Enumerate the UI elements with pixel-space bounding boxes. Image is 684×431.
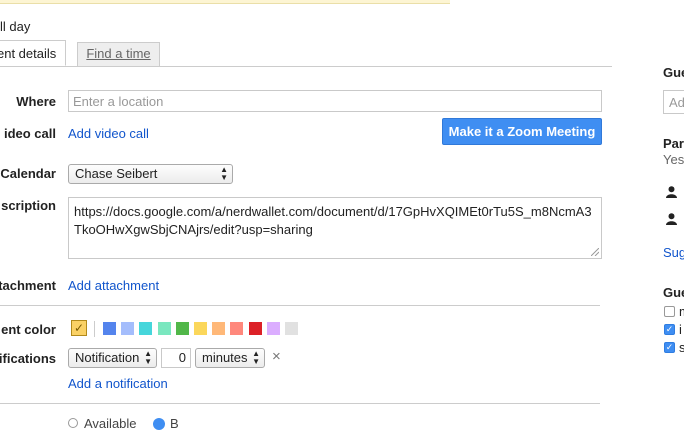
color-swatch[interactable] <box>157 322 171 335</box>
guest-option-checkbox[interactable] <box>664 306 675 317</box>
notification-amount-input[interactable]: 0 <box>161 348 191 368</box>
calendar-select[interactable]: Chase Seibert ▲ ▼ <box>68 164 233 184</box>
description-label: scription <box>1 198 56 213</box>
remove-notification-icon[interactable]: × <box>272 348 281 365</box>
color-swatch[interactable] <box>139 322 153 335</box>
color-swatch[interactable] <box>121 322 135 335</box>
color-swatch[interactable] <box>285 322 298 335</box>
select-arrows-icon: ▲ ▼ <box>220 165 228 182</box>
calendar-select-value: Chase Seibert <box>75 166 158 181</box>
notifications-label: tifications <box>0 351 56 366</box>
tab-find-a-time[interactable]: Find a time <box>77 42 160 66</box>
color-separator <box>94 321 95 337</box>
add-attachment-link[interactable]: Add attachment <box>68 278 159 293</box>
add-guests-input[interactable] <box>663 90 684 114</box>
yes-text: Yes <box>663 152 684 167</box>
person-icon <box>666 186 677 198</box>
notification-unit-select[interactable]: minutes ▲ ▼ <box>195 348 265 368</box>
busy-radio[interactable] <box>153 418 165 430</box>
notification-type-select[interactable]: Notification ▲ ▼ <box>68 348 157 368</box>
color-swatch[interactable] <box>266 322 280 335</box>
all-day-label: ll day <box>0 19 31 34</box>
color-swatch[interactable] <box>175 322 189 335</box>
zoom-meeting-button[interactable]: Make it a Zoom Meeting <box>442 118 602 145</box>
add-notification-link[interactable]: Add a notification <box>68 376 168 391</box>
color-swatch[interactable] <box>212 322 226 335</box>
resize-handle-icon[interactable] <box>591 248 599 256</box>
guest-option-label: s <box>679 340 684 355</box>
add-video-call-link[interactable]: Add video call <box>68 126 149 141</box>
guest-option-checkbox[interactable]: ✓ <box>664 342 675 353</box>
tab-event-details[interactable]: ent details <box>0 40 66 66</box>
party-label: Par <box>663 136 684 151</box>
event-color-label: ent color <box>1 322 56 337</box>
description-textarea[interactable]: https://docs.google.com/a/nerdwallet.com… <box>68 197 602 259</box>
person-icon <box>666 213 677 225</box>
where-label: Where <box>16 94 56 109</box>
selected-color-checkbox[interactable]: ✓ <box>71 320 87 336</box>
color-swatch[interactable] <box>248 322 262 335</box>
location-input[interactable] <box>68 90 602 112</box>
guest-option-checkbox[interactable]: ✓ <box>664 324 675 335</box>
color-swatch[interactable] <box>194 322 207 335</box>
color-swatch[interactable] <box>230 322 244 335</box>
available-label: Available <box>84 416 137 431</box>
notification-type-value: Notification <box>75 350 140 365</box>
section-divider <box>0 403 600 404</box>
guest-option-label: i <box>679 322 682 337</box>
tab-divider <box>0 66 612 67</box>
guests-label: Gue <box>663 65 684 80</box>
description-text: https://docs.google.com/a/nerdwallet.com… <box>74 204 592 237</box>
busy-label: B <box>170 416 179 431</box>
guests-can-label: Gue <box>663 285 684 300</box>
select-arrows-icon: ▲ ▼ <box>252 349 260 366</box>
notification-unit-value: minutes <box>202 350 248 365</box>
top-notice-bar <box>0 0 450 4</box>
attachment-label: ttachment <box>0 278 56 293</box>
calendar-label: Calendar <box>0 166 56 181</box>
guest-option-label: m <box>679 304 684 319</box>
color-swatch[interactable] <box>103 322 116 335</box>
available-radio[interactable] <box>68 418 78 428</box>
select-arrows-icon: ▲ ▼ <box>144 349 152 366</box>
section-divider <box>0 305 600 306</box>
video-call-label: ideo call <box>3 126 56 141</box>
suggest-link[interactable]: Sug <box>663 245 684 260</box>
